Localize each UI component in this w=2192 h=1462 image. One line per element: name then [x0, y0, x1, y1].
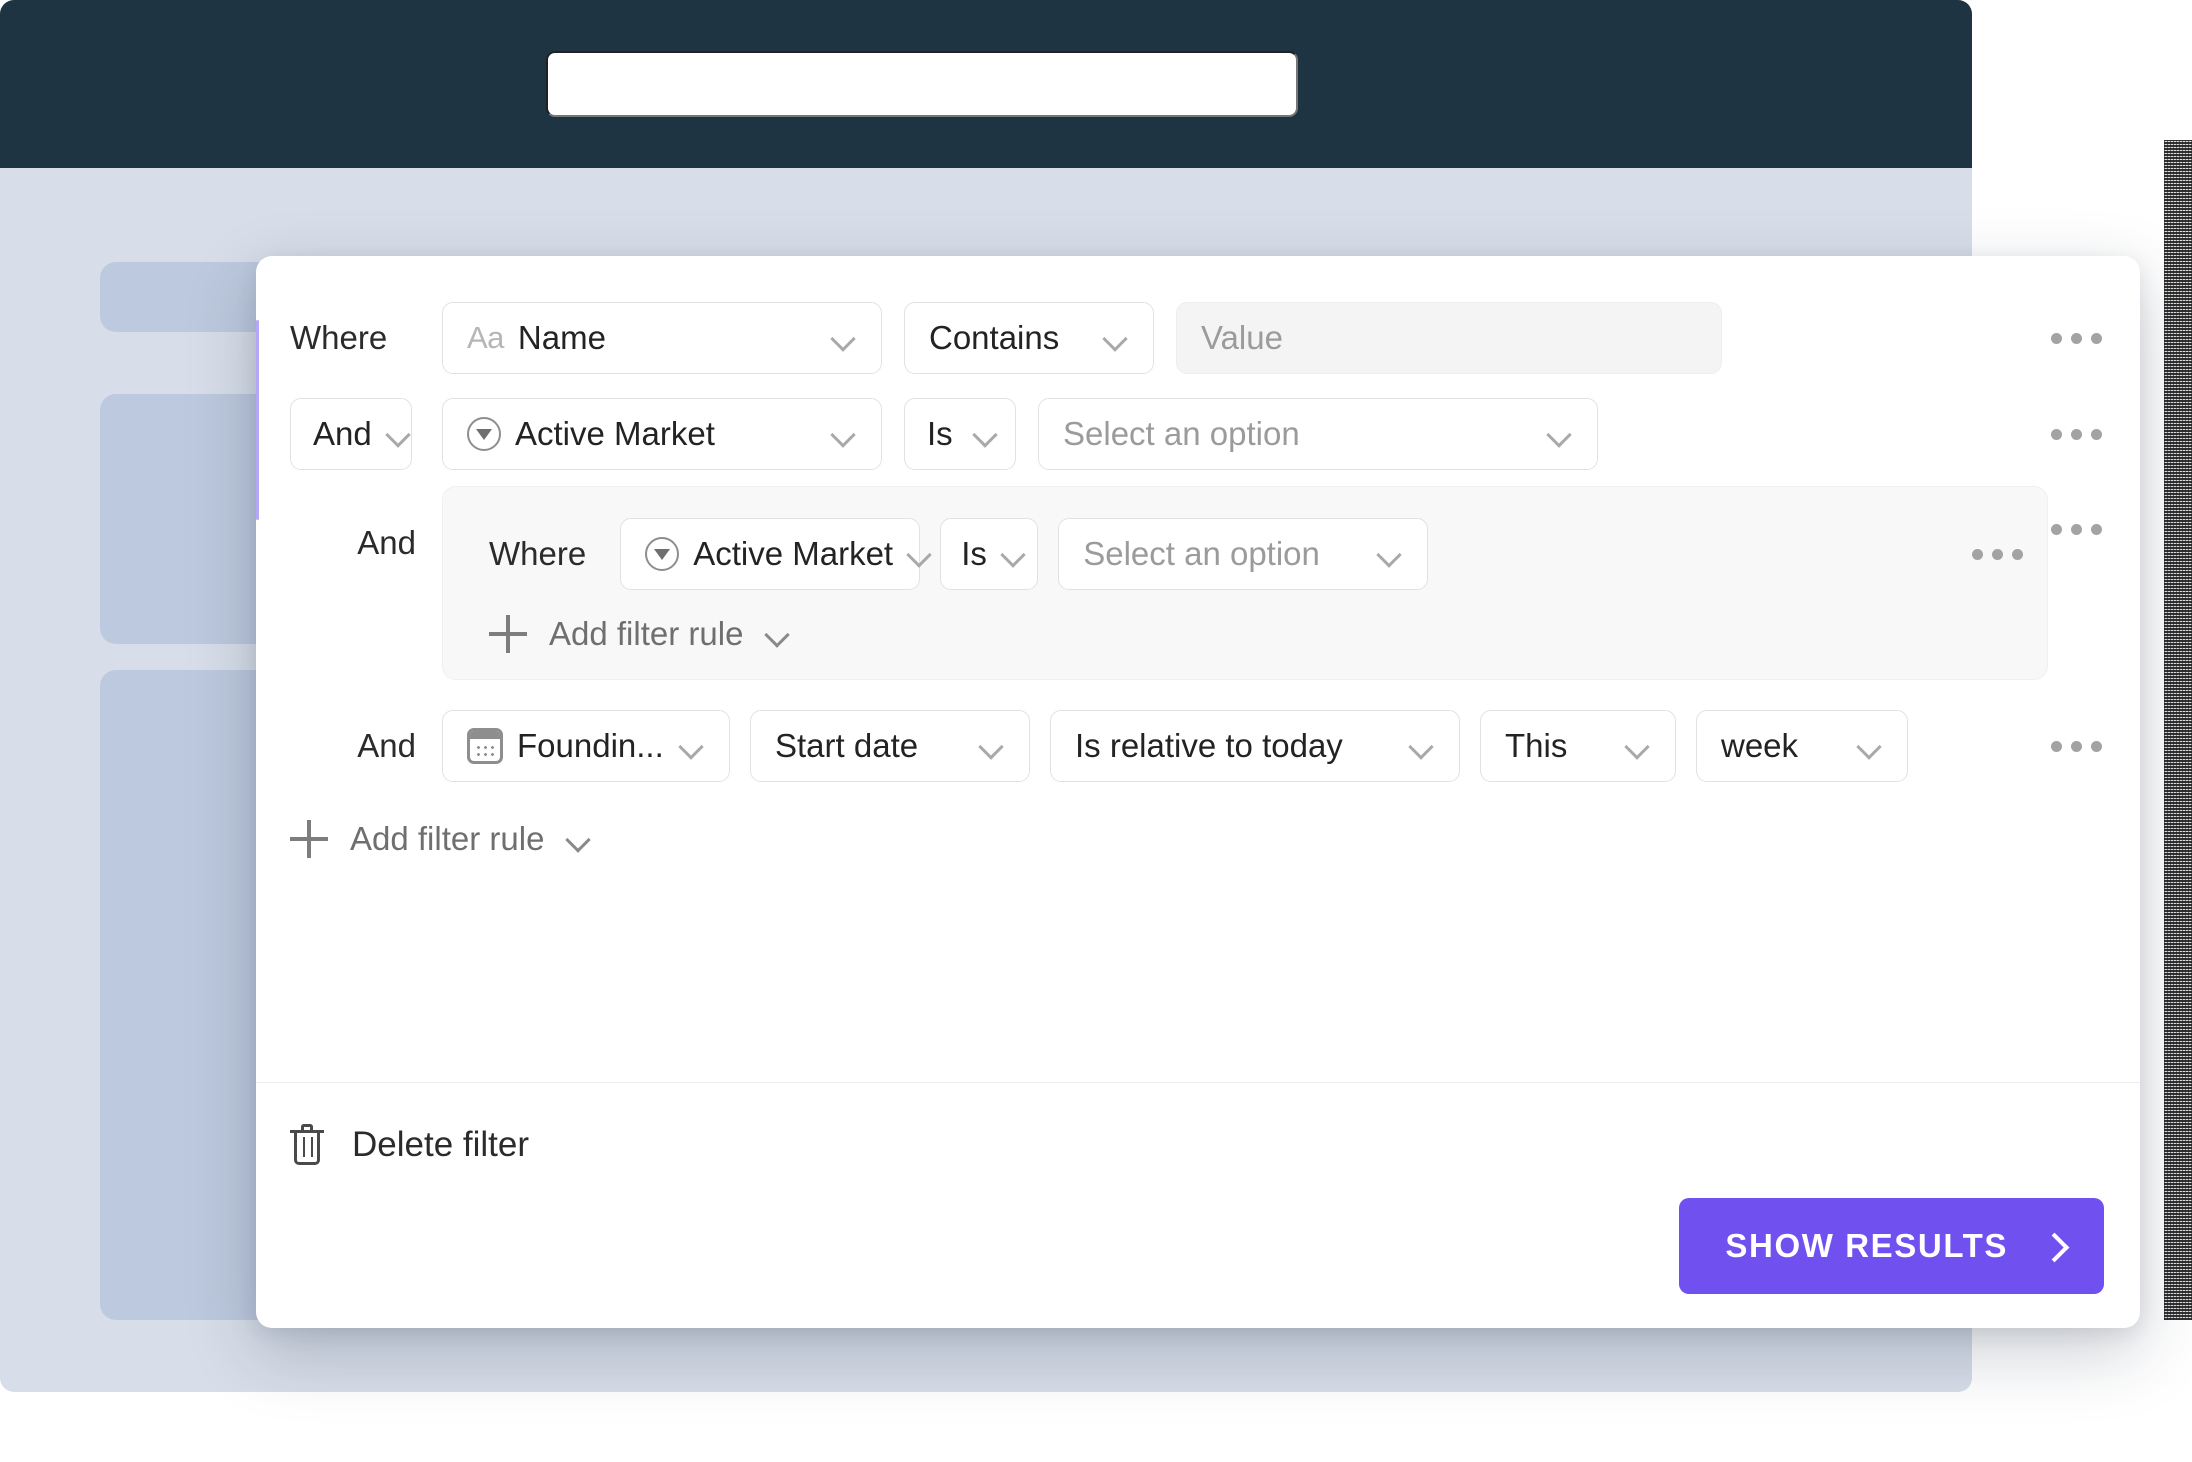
- field-selector-active-market[interactable]: Active Market: [442, 398, 882, 470]
- connector-label: Where: [290, 319, 388, 356]
- plus-icon: [489, 615, 527, 653]
- operator-selector-is-relative-to-today[interactable]: Is relative to today: [1050, 710, 1460, 782]
- field-label: Foundin...: [517, 727, 664, 764]
- nested-field-selector-active-market[interactable]: Active Market: [620, 518, 921, 590]
- chevron-down-icon: [1103, 330, 1129, 346]
- nested-operator-selector-is[interactable]: Is: [940, 518, 1039, 590]
- add-filter-rule-label: Add filter rule: [350, 820, 545, 857]
- operator-label: Contains: [929, 319, 1060, 356]
- relative-unit-selector-week[interactable]: week: [1696, 710, 1908, 782]
- field-selector-founding-date[interactable]: Foundin...: [442, 710, 730, 782]
- image-edge-artifact: [2164, 140, 2192, 1320]
- unit-label: week: [1721, 727, 1799, 764]
- chevron-down-icon: [1409, 738, 1435, 754]
- add-filter-rule-label: Add filter rule: [549, 615, 744, 652]
- rule-connector-where: Where: [290, 319, 442, 357]
- select-property-icon: [467, 417, 501, 451]
- add-filter-rule-container: Add filter rule: [256, 794, 2140, 858]
- field-label: Name: [517, 319, 606, 356]
- panel-accent-bar: [256, 320, 259, 520]
- delete-filter-label: Delete filter: [352, 1125, 530, 1164]
- connector-label: And: [357, 727, 416, 764]
- delete-filter-button[interactable]: Delete filter: [290, 1124, 529, 1166]
- chevron-down-icon: [973, 426, 999, 442]
- nested-add-filter-rule-container: Add filter rule: [443, 597, 2047, 653]
- nested-filter-group: Where Active Market Is Select an option: [442, 486, 2048, 680]
- relative-modifier-selector-this[interactable]: This: [1480, 710, 1676, 782]
- chevron-right-icon: [2044, 1236, 2064, 1256]
- chevron-down-icon: [1001, 546, 1027, 562]
- connector-label: And: [357, 524, 416, 561]
- chevron-down-icon: [765, 626, 791, 642]
- operator-selector-contains[interactable]: Contains: [904, 302, 1154, 374]
- show-results-label: SHOW RESULTS: [1725, 1227, 2008, 1264]
- chevron-down-icon: [1857, 738, 1883, 754]
- app-header-bar: [0, 0, 1972, 168]
- chevron-down-icon: [566, 831, 592, 847]
- select-property-icon: [645, 537, 680, 571]
- nested-add-filter-rule-button[interactable]: Add filter rule: [489, 615, 2047, 653]
- add-filter-rule-button[interactable]: Add filter rule: [290, 820, 2140, 858]
- chevron-down-icon: [1377, 546, 1403, 562]
- filter-rules-area: Where Aa Name Contains Value And Active …: [256, 256, 2140, 858]
- nested-connector-where: Where: [489, 535, 587, 572]
- chevron-down-icon: [831, 330, 857, 346]
- chevron-down-icon: [831, 426, 857, 442]
- filter-builder-panel: Where Aa Name Contains Value And Active …: [256, 256, 2140, 1328]
- nested-rule-options-menu-icon[interactable]: [1969, 548, 2025, 560]
- group-connector-and: And: [290, 482, 442, 562]
- chevron-down-icon: [1547, 426, 1573, 442]
- filter-rule-row: And Foundin... Start date Is relative to…: [256, 698, 2140, 794]
- value-placeholder: Select an option: [1083, 535, 1320, 572]
- field-label: Active Market: [515, 415, 715, 452]
- chevron-down-icon: [1625, 738, 1651, 754]
- rule-connector-and: And: [290, 398, 442, 470]
- plus-icon: [290, 820, 328, 858]
- text-aa-icon: Aa: [467, 320, 504, 355]
- operator-label: Is: [961, 535, 987, 572]
- trash-icon: [290, 1124, 324, 1166]
- chevron-down-icon: [907, 546, 933, 562]
- nested-filter-rule-row: Where Active Market Is Select an option: [443, 511, 2047, 597]
- chevron-down-icon: [386, 426, 412, 442]
- chevron-down-icon: [679, 738, 705, 754]
- operator-label: Is relative to today: [1075, 727, 1343, 764]
- filter-group-row: And Where Active Market Is Select an opt…: [256, 482, 2140, 680]
- nested-value-selector-option[interactable]: Select an option: [1058, 518, 1429, 590]
- chevron-down-icon: [979, 738, 1005, 754]
- rule-options-menu-icon[interactable]: [2048, 428, 2104, 440]
- global-search-input[interactable]: [546, 51, 1298, 117]
- field-label: Active Market: [693, 535, 894, 572]
- operator-label: Is: [927, 415, 953, 452]
- calendar-icon: [467, 728, 503, 764]
- rule-options-menu-icon[interactable]: [2048, 740, 2104, 752]
- value-selector-option[interactable]: Select an option: [1038, 398, 1598, 470]
- value-placeholder: Select an option: [1063, 415, 1300, 452]
- operator-selector-is[interactable]: Is: [904, 398, 1016, 470]
- show-results-button[interactable]: SHOW RESULTS: [1679, 1198, 2104, 1294]
- connector-selector-and[interactable]: And: [290, 398, 412, 470]
- modifier-label: This: [1505, 727, 1568, 764]
- date-part-label: Start date: [775, 727, 919, 764]
- value-placeholder: Value: [1201, 319, 1283, 356]
- rule-connector-and: And: [290, 727, 442, 765]
- date-part-selector-start-date[interactable]: Start date: [750, 710, 1030, 782]
- connector-label: And: [313, 415, 372, 452]
- value-input-name[interactable]: Value: [1176, 302, 1722, 374]
- field-selector-name[interactable]: Aa Name: [442, 302, 882, 374]
- group-options-menu-icon[interactable]: [2048, 524, 2104, 535]
- rule-options-menu-icon[interactable]: [2048, 332, 2104, 344]
- filter-rule-row: And Active Market Is Select an option: [256, 386, 2140, 482]
- filter-rule-row: Where Aa Name Contains Value: [256, 290, 2140, 386]
- panel-divider: [256, 1082, 2140, 1083]
